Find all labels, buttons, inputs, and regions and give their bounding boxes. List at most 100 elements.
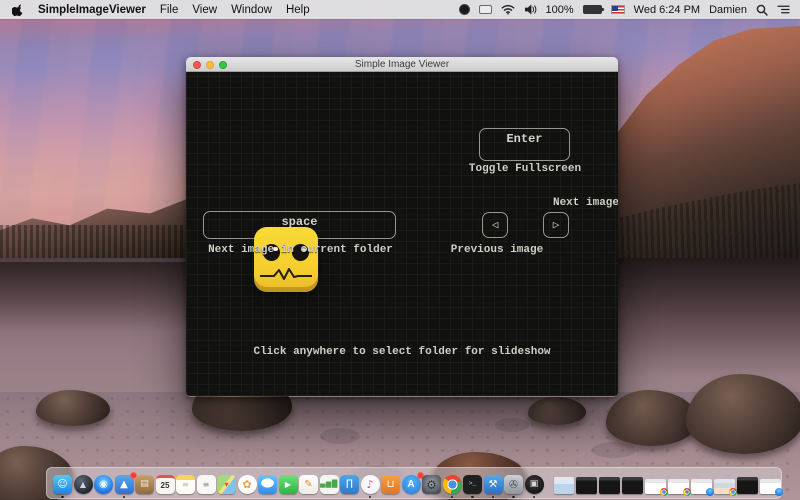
dock-windows: [554, 477, 781, 494]
face-mouth: [256, 267, 316, 283]
dock-minimized-browser-window[interactable]: [645, 479, 666, 494]
dock-minimized-browser-window[interactable]: [760, 479, 781, 494]
dock-viewer-icon[interactable]: ▣: [525, 475, 544, 494]
window-title-bar[interactable]: Simple Image Viewer: [186, 57, 618, 72]
dock-minimized-busy-window[interactable]: [714, 479, 735, 494]
wallpaper-pebble: [592, 442, 636, 458]
desktop: SimpleImageViewer File View Window Help 100…: [0, 0, 800, 500]
running-indicator: [533, 496, 536, 499]
spotlight-search-icon[interactable]: [756, 4, 768, 16]
menu-help[interactable]: Help: [286, 4, 310, 16]
dock-automator-icon[interactable]: ✇: [504, 475, 523, 494]
running-indicator: [123, 496, 126, 499]
dock-maps-icon[interactable]: ▾: [217, 475, 236, 494]
folder-select-hint: Click anywhere to select folder for slid…: [186, 346, 618, 358]
photos-glyph: ✿: [242, 479, 251, 490]
dock-minimized-terminal-window[interactable]: [599, 477, 620, 494]
active-app-name[interactable]: SimpleImageViewer: [38, 4, 146, 16]
dock-messages-icon[interactable]: [258, 475, 277, 494]
keynote-glyph: ∏: [346, 480, 353, 489]
dock-xcode-icon[interactable]: ⚒: [484, 475, 503, 494]
enter-key-label: Toggle Fullscreen: [439, 163, 611, 175]
running-indicator: [451, 496, 454, 499]
menu-bar: SimpleImageViewer File View Window Help 100…: [0, 0, 800, 19]
display-status-icon[interactable]: [479, 5, 492, 14]
dock-reminders-icon[interactable]: ≡: [197, 475, 216, 494]
numbers-glyph: ▄▆█: [320, 481, 338, 488]
battery-icon[interactable]: [583, 5, 602, 14]
dock-contacts-icon[interactable]: ▤: [135, 475, 154, 494]
dock-minimized-terminal-window[interactable]: [576, 477, 597, 494]
dock-ibooks-icon[interactable]: ⊔: [381, 475, 400, 494]
dock-appstore-icon[interactable]: A: [402, 475, 421, 494]
dock-itunes-icon[interactable]: ♪: [361, 475, 380, 494]
appstore-glyph: A: [407, 480, 414, 490]
simple-image-viewer-window: Simple Image Viewer Enter Toggle Fullscr…: [186, 57, 618, 397]
minimize-window-button[interactable]: [206, 61, 214, 69]
dock-launchpad-icon[interactable]: ▲: [74, 475, 93, 494]
dock-terminal-icon[interactable]: >_: [463, 475, 482, 494]
running-indicator: [512, 496, 515, 499]
apple-menu-icon[interactable]: [12, 3, 24, 17]
menu-bar-clock[interactable]: Wed 6:24 PM: [634, 4, 700, 16]
contacts-glyph: ▤: [140, 480, 149, 489]
dock-mail-icon[interactable]: ▲: [115, 475, 134, 494]
dock-minimized-browser-window[interactable]: [691, 479, 712, 494]
xcode-glyph: ⚒: [489, 480, 498, 490]
window-title: Simple Image Viewer: [355, 59, 449, 70]
right-arrow-key-hint: ▷: [543, 212, 569, 238]
menu-view[interactable]: View: [192, 4, 217, 16]
wallpaper-rock: [528, 397, 586, 425]
app-face-icon: [254, 227, 318, 292]
close-window-button[interactable]: [193, 61, 201, 69]
running-indicator: [471, 496, 474, 499]
left-arrow-key-hint: ◁: [482, 212, 508, 238]
viewer-glyph: ▣: [530, 480, 539, 489]
automator-glyph: ✇: [509, 479, 518, 490]
slideshow-click-area[interactable]: Enter Toggle Fullscreen space Next image…: [186, 72, 618, 396]
input-language-flag-icon[interactable]: [611, 5, 625, 14]
user-menu[interactable]: Damien: [709, 4, 747, 16]
wallpaper-rock: [686, 374, 800, 454]
dock-finder-icon[interactable]: ☺: [53, 475, 72, 494]
dock-notes-icon[interactable]: ≡: [176, 475, 195, 494]
wifi-icon[interactable]: [501, 4, 515, 15]
volume-icon[interactable]: [524, 4, 537, 15]
running-indicator: [492, 496, 495, 499]
dock-minimized-browser-window[interactable]: [668, 479, 689, 494]
dock-chrome-icon[interactable]: [443, 475, 462, 494]
notes-glyph: ≡: [182, 481, 189, 489]
chrome-badge-icon: [683, 488, 691, 496]
dock-photos-icon[interactable]: ✿: [238, 475, 257, 494]
wallpaper-rock: [36, 390, 110, 426]
reminders-glyph: ≡: [203, 481, 210, 489]
dock-minimized-terminal-window[interactable]: [737, 477, 758, 494]
chrome-badge-icon: [729, 488, 737, 496]
wallpaper-pebble: [495, 418, 529, 432]
dock-minimized-terminal-window[interactable]: [622, 477, 643, 494]
dock-sysprefs-icon[interactable]: ⚙: [422, 475, 441, 494]
dock-numbers-icon[interactable]: ▄▆█: [320, 475, 339, 494]
dock: ☺ ▲ ◉ ▲ ▤ 25 ≡ ≡ ▾ ✿ ▶ ✎ ▄▆█ ∏ ♪ ⊔ A ⚙ >_ ⚒ ✇ ▣: [46, 467, 782, 499]
dock-facetime-icon[interactable]: ▶: [279, 475, 298, 494]
launchpad-glyph: ▲: [80, 481, 86, 489]
menu-window[interactable]: Window: [231, 4, 272, 16]
itunes-glyph: ♪: [366, 479, 373, 490]
notification-center-icon[interactable]: [777, 4, 790, 15]
pages-glyph: ✎: [304, 480, 312, 490]
safari-badge-icon: [775, 488, 783, 496]
status-circle-icon[interactable]: [459, 4, 470, 15]
dock-keynote-icon[interactable]: ∏: [340, 475, 359, 494]
dock-safari-icon[interactable]: ◉: [94, 475, 113, 494]
terminal-glyph: >_: [469, 481, 477, 488]
battery-percent: 100%: [546, 4, 574, 16]
menu-file[interactable]: File: [160, 4, 179, 16]
safari-glyph: ◉: [99, 480, 108, 490]
dock-pages-icon[interactable]: ✎: [299, 475, 318, 494]
menu-bar-menus: File View Window Help: [160, 4, 324, 16]
running-indicator: [369, 496, 372, 499]
dock-calendar-icon[interactable]: 25: [156, 475, 175, 494]
dock-minimized-finder-window[interactable]: [554, 477, 574, 494]
zoom-window-button[interactable]: [219, 61, 227, 69]
finder-glyph: ☺: [57, 480, 67, 490]
